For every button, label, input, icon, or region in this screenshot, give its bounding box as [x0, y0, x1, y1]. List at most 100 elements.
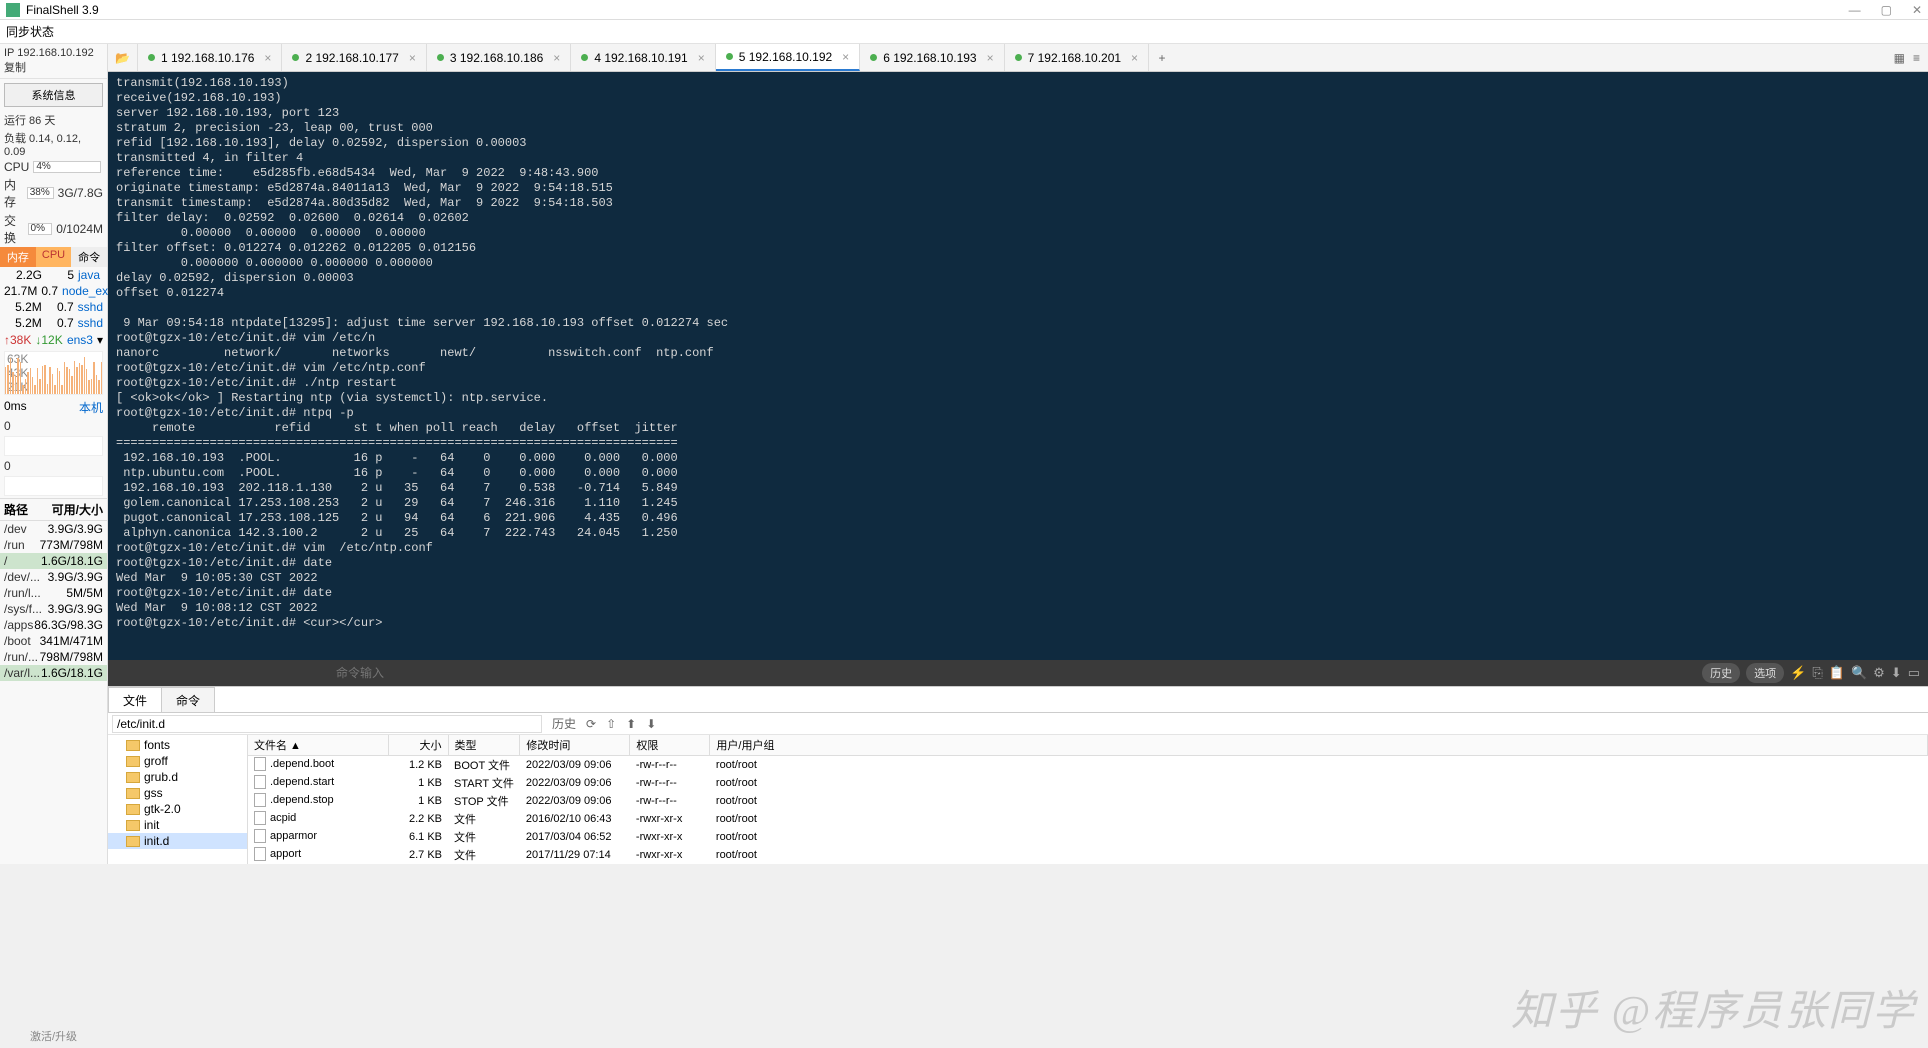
- folder-icon: [126, 804, 140, 815]
- lat-chart: [4, 436, 103, 456]
- tree-node[interactable]: grub.d: [108, 769, 247, 785]
- tree-node[interactable]: gss: [108, 785, 247, 801]
- close-icon[interactable]: ×: [842, 50, 849, 64]
- file-list[interactable]: 文件名 ▲ 大小 类型 修改时间 权限 用户/用户组 .depend.boot1…: [248, 735, 1928, 864]
- swap-row: 交换 0% 0/1024M: [0, 211, 107, 247]
- mini-tabs: 内存 CPU 命令: [0, 247, 107, 267]
- disk-row: /sys/f...3.9G/3.9G: [0, 601, 107, 617]
- tab-cpu[interactable]: CPU: [36, 247, 72, 267]
- file-row[interactable]: apparmor6.1 KB文件2017/03/04 06:52-rwxr-xr…: [248, 828, 1928, 846]
- tree-node[interactable]: fonts: [108, 737, 247, 753]
- copy-icon[interactable]: ⎘: [1812, 665, 1822, 681]
- close-icon[interactable]: ×: [698, 51, 705, 65]
- disk-row: /run/l...5M/5M: [0, 585, 107, 601]
- history-button[interactable]: 历史: [1702, 663, 1740, 683]
- close-button[interactable]: ✕: [1912, 3, 1922, 17]
- titlebar: FinalShell 3.9 — ▢ ✕: [0, 0, 1928, 20]
- tab-cmd[interactable]: 命令: [71, 247, 107, 267]
- disk-row: /var/l...1.6G/18.1G: [0, 665, 107, 681]
- fullscreen-icon[interactable]: ▭: [1908, 665, 1920, 681]
- menu-icon[interactable]: ≡: [1913, 51, 1920, 65]
- gear-icon[interactable]: ⚙: [1873, 665, 1885, 681]
- tab-mem[interactable]: 内存: [0, 247, 36, 267]
- paste-icon[interactable]: 📋: [1829, 665, 1845, 681]
- file-icon: [254, 775, 266, 789]
- proc-row: 5.2M0.7sshd: [0, 299, 107, 315]
- tree-node[interactable]: groff: [108, 753, 247, 769]
- file-row[interactable]: apport2.7 KB文件2017/11/29 07:14-rwxr-xr-x…: [248, 846, 1928, 864]
- path-input[interactable]: [112, 715, 542, 733]
- disk-row: /run773M/798M: [0, 537, 107, 553]
- activate-link[interactable]: 激活/升级: [0, 1024, 107, 1048]
- session-tab[interactable]: 2 192.168.10.177×: [282, 44, 426, 71]
- max-button[interactable]: ▢: [1881, 3, 1892, 17]
- disk-row: /apps86.3G/98.3G: [0, 617, 107, 633]
- cpu-row: CPU 4%: [0, 159, 107, 175]
- tree-node[interactable]: gtk-2.0: [108, 801, 247, 817]
- disk-row: /dev3.9G/3.9G: [0, 521, 107, 537]
- proc-row: 21.7M0.7node_ex: [0, 283, 107, 299]
- close-icon[interactable]: ×: [1131, 51, 1138, 65]
- tree-node[interactable]: init: [108, 817, 247, 833]
- sidebar: IP 192.168.10.192 复制 系统信息 运行 86 天 负载 0.1…: [0, 44, 108, 864]
- command-input[interactable]: [336, 666, 1036, 680]
- file-icon: [254, 811, 266, 825]
- upload-icon[interactable]: ⬆: [622, 717, 640, 731]
- tree-node[interactable]: init.d: [108, 833, 247, 849]
- file-row[interactable]: .depend.stop1 KBSTOP 文件2022/03/09 09:06-…: [248, 792, 1928, 810]
- folder-icon: [126, 740, 140, 751]
- file-row[interactable]: acpid2.2 KB文件2016/02/10 06:43-rwxr-xr-xr…: [248, 810, 1928, 828]
- net-chart: 63K43K21K: [4, 351, 103, 395]
- ip-label[interactable]: IP 192.168.10.192 复制: [0, 44, 107, 79]
- history-label[interactable]: 历史: [548, 715, 580, 732]
- app-icon: [6, 3, 20, 17]
- file-row[interactable]: .depend.boot1.2 KBBOOT 文件2022/03/09 09:0…: [248, 756, 1928, 775]
- folder-icon: [126, 820, 140, 831]
- session-tab[interactable]: 4 192.168.10.191×: [571, 44, 715, 71]
- close-icon[interactable]: ×: [409, 51, 416, 65]
- sysinfo-button[interactable]: 系统信息: [4, 83, 103, 107]
- tab-file[interactable]: 文件: [108, 687, 162, 712]
- min-button[interactable]: —: [1849, 3, 1861, 17]
- app-title: FinalShell 3.9: [26, 3, 99, 17]
- folder-icon: [126, 836, 140, 847]
- file-row[interactable]: .depend.start1 KBSTART 文件2022/03/09 09:0…: [248, 774, 1928, 792]
- options-button[interactable]: 选项: [1746, 663, 1784, 683]
- status-dot-icon: [292, 54, 299, 61]
- bolt-icon[interactable]: ⚡: [1790, 665, 1806, 681]
- session-tab[interactable]: 7 192.168.10.201×: [1005, 44, 1149, 71]
- close-icon[interactable]: ×: [987, 51, 994, 65]
- file-icon: [254, 829, 266, 843]
- download-icon[interactable]: ⬇: [1891, 665, 1902, 681]
- close-icon[interactable]: ×: [553, 51, 560, 65]
- terminal[interactable]: transmit(192.168.10.193) receive(192.168…: [108, 72, 1928, 660]
- up-icon[interactable]: ⇧: [602, 717, 620, 731]
- status-dot-icon: [1015, 54, 1022, 61]
- folder-icon[interactable]: 📂: [108, 44, 138, 71]
- proc-row: 2.2G5java: [0, 267, 107, 283]
- session-tab[interactable]: 5 192.168.10.192×: [716, 44, 860, 71]
- refresh-icon[interactable]: ⟳: [582, 717, 600, 731]
- load: 负载 0.14, 0.12, 0.09: [0, 129, 107, 159]
- watermark: 知乎 @程序员张同学: [1511, 977, 1916, 1038]
- add-tab-button[interactable]: +: [1149, 44, 1175, 71]
- search-icon[interactable]: 🔍: [1851, 665, 1867, 681]
- grid-icon[interactable]: ▦: [1894, 51, 1905, 65]
- file-icon: [254, 793, 266, 807]
- session-tab[interactable]: 1 192.168.10.176×: [138, 44, 282, 71]
- status-dot-icon: [437, 54, 444, 61]
- uptime: 运行 86 天: [0, 111, 107, 129]
- folder-icon: [126, 756, 140, 767]
- session-tab[interactable]: 6 192.168.10.193×: [860, 44, 1004, 71]
- session-tab[interactable]: 3 192.168.10.186×: [427, 44, 571, 71]
- tabbar: 📂 1 192.168.10.176×2 192.168.10.177×3 19…: [108, 44, 1928, 72]
- file-panel: 文件 命令 历史 ⟳ ⇧ ⬆ ⬇ fontsgroffgrub.dgssgtk-…: [108, 686, 1928, 864]
- close-icon[interactable]: ×: [264, 51, 271, 65]
- folder-tree[interactable]: fontsgroffgrub.dgssgtk-2.0initinit.d: [108, 735, 248, 864]
- tab-cmd2[interactable]: 命令: [161, 687, 215, 712]
- process-table: 2.2G5java21.7M0.7node_ex5.2M0.7sshd5.2M0…: [0, 267, 107, 331]
- net-stats: ↑38K↓12K ens3▾: [0, 331, 107, 349]
- download2-icon[interactable]: ⬇: [642, 717, 660, 731]
- disk-header: 路径可用/大小: [0, 498, 107, 521]
- status-dot-icon: [870, 54, 877, 61]
